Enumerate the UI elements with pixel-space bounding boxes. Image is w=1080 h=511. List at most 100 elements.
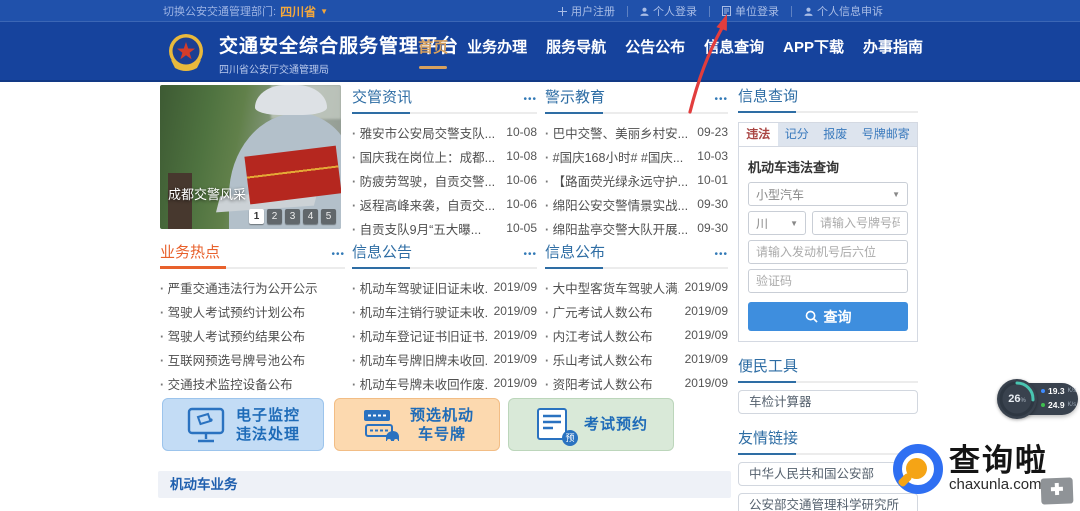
list-item[interactable]: 返程高峰来袭，自贡交...10-06 [352,192,537,216]
tool-vehicle-inspection-calculator[interactable]: 车检计算器 [738,390,918,414]
brand: 交通安全综合服务管理平台 四川省公安厅交通管理局 [163,30,459,76]
friend-link-mps[interactable]: 中华人民共和国公安部 [738,462,918,486]
banner-exam-appointment[interactable]: 预 考试预约 [508,398,674,451]
list-item[interactable]: 防疲劳驾驶，自贡交警...10-06 [352,168,537,192]
list-item[interactable]: 雅安市公安局交警支队...10-08 [352,120,537,144]
item-text: 驾驶人考试预约结果公布 [160,326,305,345]
list-item[interactable]: 机动车号牌旧牌未收回...2019/09 [352,347,537,371]
list-item[interactable]: 绵阳公安交警情景实战...09-30 [545,192,728,216]
list-item[interactable]: 严重交通违法行为公开公示 [160,275,345,299]
banner-electronic-monitoring[interactable]: 电子监控 违法处理 [162,398,324,451]
friend-link-tmri[interactable]: 公安部交通管理科学研究所 [738,493,918,511]
item-text: 绵阳盐亭交警大队开展... [545,219,688,238]
more-icon[interactable]: ••• [714,94,728,105]
news-list: 巴中交警、美丽乡村安...09-23 #国庆168小时# #国庆...10-03… [545,120,728,240]
plus-icon [558,7,567,16]
item-date: 09-30 [697,221,728,235]
license-plate-icon [360,406,400,444]
list-item[interactable]: 驾驶人考试预约结果公布 [160,323,345,347]
nav-service-guide[interactable]: 服务导航 [546,36,606,57]
item-text: 内江考试人数公布 [545,326,653,345]
tab-scrap[interactable]: 报废 [816,123,855,146]
list-item[interactable]: 乐山考试人数公布2019/09 [545,347,728,371]
list-item[interactable]: 机动车驾驶证旧证未收...2019/09 [352,275,537,299]
register-link[interactable]: 用户注册 [546,3,627,19]
corner-tool-icon[interactable] [1041,477,1074,504]
pager-dot-5[interactable]: 5 [321,209,336,224]
pager-dot-4[interactable]: 4 [303,209,318,224]
item-text: 【路面荧光绿永远守护... [545,171,688,190]
list-item[interactable]: 国庆我在岗位上：成都...10-08 [352,144,537,168]
item-date: 2019/09 [494,280,537,294]
appeal-link[interactable]: 个人信息申诉 [792,3,895,19]
list-item[interactable]: 机动车登记证书旧证书...2019/09 [352,323,537,347]
engine-number-input[interactable] [748,240,908,264]
department-switcher[interactable]: 切换公安交通管理部门: 四川省 ▼ [163,0,328,22]
item-text: 互联网预选号牌号池公布 [160,350,305,369]
title-underline [738,111,796,113]
banner-preselect-plate[interactable]: 预选机动 车号牌 [334,398,500,451]
nav-handbook[interactable]: 办事指南 [863,36,923,57]
section-title[interactable]: 警示教育 [545,86,605,107]
more-icon[interactable]: ••• [714,249,728,260]
section-title[interactable]: 交管资讯 [352,86,412,107]
title-underline [738,381,796,383]
pager-dot-1[interactable]: 1 [249,209,264,224]
section-title[interactable]: 信息公告 [352,241,412,262]
list-item[interactable]: 互联网预选号牌号池公布 [160,347,345,371]
captcha-input[interactable] [748,269,908,293]
section-head: 信息公布 ••• [545,241,728,269]
list-item[interactable]: 自贡支队9月“五大曝...10-05 [352,216,537,240]
vehicle-type-select[interactable]: 小型汽车 ▼ [748,182,908,206]
section-title[interactable]: 信息查询 [738,85,798,106]
list-item[interactable]: 机动车注销行驶证未收...2019/09 [352,299,537,323]
more-icon[interactable]: ••• [523,249,537,260]
tab-points[interactable]: 记分 [778,123,817,146]
more-icon[interactable]: ••• [331,249,345,260]
list-item[interactable]: 资阳考试人数公布2019/09 [545,371,728,395]
section-title[interactable]: 友情链接 [738,427,798,448]
title-underline [545,267,603,269]
list-item[interactable]: 内江考试人数公布2019/09 [545,323,728,347]
list-item[interactable]: 广元考试人数公布2019/09 [545,299,728,323]
nav-app-download[interactable]: APP下载 [783,36,844,57]
section-head: 业务热点 ••• [160,241,345,269]
more-icon[interactable]: ••• [523,94,537,105]
item-date: 10-01 [697,173,728,187]
section-title[interactable]: 业务热点 [160,241,220,262]
list-item[interactable]: 巴中交警、美丽乡村安...09-23 [545,120,728,144]
police-badge-logo [163,30,209,76]
item-date: 09-23 [697,125,728,139]
pager-dot-3[interactable]: 3 [285,209,300,224]
cpu-percent-dial: 26% [997,379,1037,419]
news-list: 雅安市公安局交警支队...10-08 国庆我在岗位上：成都...10-08 防疲… [352,120,537,240]
plate-number-input[interactable] [812,211,908,235]
section-title[interactable]: 便民工具 [738,355,798,376]
plate-row: 川 ▼ [748,211,908,235]
personal-login-link[interactable]: 个人登录 [628,3,709,19]
upload-speed: 19.3 K/s [1041,386,1076,396]
section-info-announcements: 信息公告 ••• 机动车驾驶证旧证未收...2019/09 机动车注销行驶证未收… [352,241,537,395]
item-text: 机动车注销行驶证未收... [352,302,488,321]
list-item[interactable]: #国庆168小时# #国庆...10-03 [545,144,728,168]
personal-login-label: 个人登录 [653,3,697,19]
unit-login-link[interactable]: 单位登录 [710,3,791,19]
list-item[interactable]: 大中型客货车驾驶人满...2019/09 [545,275,728,299]
nav-home[interactable]: 首页 [418,36,448,57]
list-item[interactable]: 【路面荧光绿永远守护... 10-01 [545,168,728,192]
nav-announcements[interactable]: 公告公布 [625,36,685,57]
tab-violation[interactable]: 违法 [739,123,778,146]
carousel-image[interactable]: 成都交警风采 1 2 3 4 5 [160,85,341,229]
province-select[interactable]: 川 ▼ [748,211,806,235]
list-item[interactable]: 机动车号牌未收回作废...2019/09 [352,371,537,395]
pager-dot-2[interactable]: 2 [267,209,282,224]
tab-plate-mail[interactable]: 号牌邮寄 [855,123,918,146]
list-item[interactable]: 绵阳盐亭交警大队开展... 09-30 [545,216,728,240]
item-date: 10-06 [506,173,537,187]
nav-info-query[interactable]: 信息查询 [704,36,764,57]
list-item[interactable]: 交通技术监控设备公布 [160,371,345,395]
nav-business[interactable]: 业务办理 [467,36,527,57]
section-title[interactable]: 信息公布 [545,241,605,262]
list-item[interactable]: 驾驶人考试预约计划公布 [160,299,345,323]
query-button[interactable]: 查询 [748,302,908,331]
